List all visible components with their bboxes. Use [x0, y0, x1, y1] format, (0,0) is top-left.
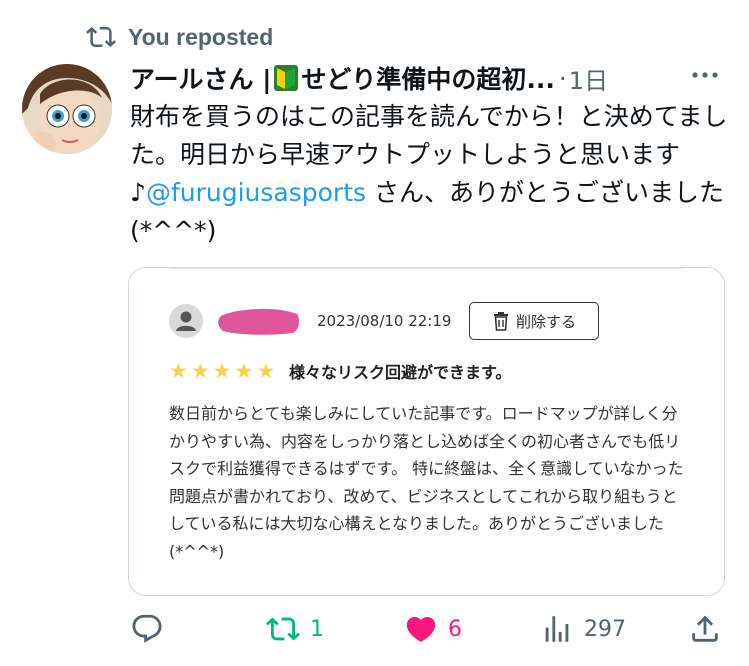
mention-link[interactable]: @furugiusasports: [146, 178, 366, 207]
avatar-image: [22, 64, 112, 154]
review-title: 様々なリスク回避ができます。: [289, 363, 512, 382]
post-time[interactable]: 1日: [569, 61, 608, 96]
like-count: 6: [448, 616, 462, 642]
action-bar: 1 6 297: [0, 606, 749, 652]
views-count: 297: [584, 616, 626, 642]
delete-button[interactable]: 削除する: [469, 302, 599, 340]
delete-label: 削除する: [515, 312, 576, 331]
author-name[interactable]: アールさん | せどり準備中の超初...: [130, 60, 555, 96]
heart-icon: [406, 616, 436, 642]
post-text: 財布を買うのはこの記事を読んでから！と決めてました。明日から早速アウトプットしよ…: [130, 98, 730, 250]
beginner-leaf-icon: [274, 65, 299, 91]
reply-button[interactable]: [130, 612, 174, 646]
redacted-name: [218, 308, 300, 335]
repost-icon: [266, 617, 300, 641]
post-header: アールさん | せどり準備中の超初... · 1日: [130, 58, 730, 98]
reviewer-avatar-icon: [169, 304, 203, 338]
views-button[interactable]: 297: [540, 612, 626, 646]
star-icon: ★: [256, 359, 276, 383]
star-icon: ★: [234, 359, 254, 383]
review-image-card[interactable]: 2023/08/10 22:19 削除する ★ ★ ★ ★ ★ 様々なリスク回避…: [128, 267, 725, 596]
more-icon[interactable]: [688, 60, 722, 90]
trash-icon: [493, 312, 508, 331]
reply-icon: [132, 614, 162, 643]
star-icon: ★: [212, 359, 232, 383]
card-divider: [169, 268, 684, 269]
author-avatar[interactable]: [22, 64, 112, 154]
author-name-part1: アールさん |: [130, 65, 272, 94]
star-rating: ★ ★ ★ ★ ★: [169, 360, 278, 382]
separator: ·: [558, 63, 567, 93]
repost-label: You reposted: [128, 23, 274, 50]
repost-count: 1: [310, 616, 324, 642]
share-button[interactable]: [688, 612, 722, 646]
like-button[interactable]: 6: [404, 612, 462, 646]
review-body: 数日前からとても楽しみにしていた記事です。ロードマップが詳しく分かりやすい為、内…: [169, 404, 684, 561]
star-icon: ★: [169, 359, 188, 383]
repost-icon: [86, 26, 116, 48]
repost-indicator: You reposted: [86, 20, 273, 54]
repost-button[interactable]: 1: [266, 612, 324, 646]
author-name-part2: せどり準備中の超初...: [301, 65, 555, 94]
star-icon: ★: [190, 359, 210, 383]
review-date: 2023/08/10 22:19: [317, 312, 452, 330]
views-icon: [545, 616, 569, 642]
share-icon: [692, 615, 718, 642]
